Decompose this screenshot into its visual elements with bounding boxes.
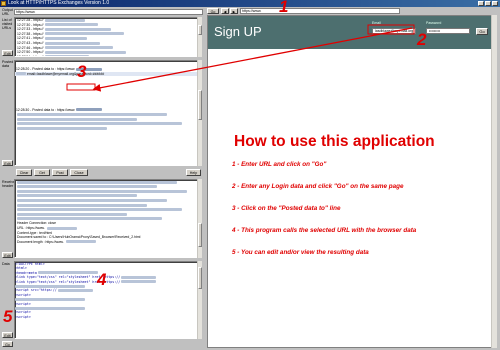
callout-arrow-layer [66, 24, 415, 92]
callout-4: 4 [97, 270, 107, 289]
callout-2: 2 [417, 30, 427, 49]
posted-highlight-box [66, 83, 96, 91]
callout-3: 3 [77, 62, 87, 81]
callout-arrow [92, 27, 413, 92]
callout-1: 1 [279, 0, 289, 16]
callout-5: 5 [3, 307, 13, 326]
